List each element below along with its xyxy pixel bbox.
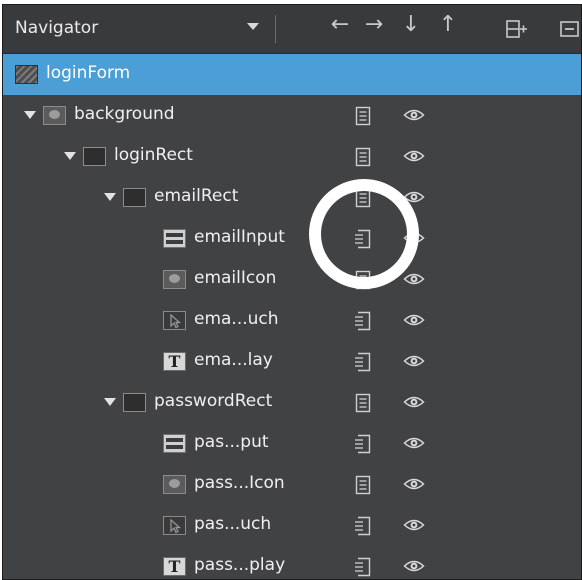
tree-item-label: passwordRect	[154, 391, 273, 411]
visibility-eye-icon[interactable]	[403, 230, 425, 246]
arrow-up-icon[interactable]: ↑	[433, 12, 463, 37]
navigator-header: Navigator ← → ↓ ↑	[3, 5, 581, 54]
lock-icon[interactable]	[354, 311, 372, 331]
tree-item-label: emailInput	[194, 227, 285, 247]
image-icon	[43, 106, 66, 125]
tree-row-pas-uch[interactable]: pas...uch	[3, 505, 581, 546]
arrow-right-icon[interactable]: →	[359, 12, 389, 37]
panel-title: Navigator	[15, 18, 99, 38]
visibility-eye-icon[interactable]	[403, 312, 425, 328]
tree-row-emailinput[interactable]: emailInput	[3, 218, 581, 259]
tree-item-label: pass...Icon	[194, 473, 285, 493]
image-icon	[163, 270, 186, 289]
expand-arrow-icon[interactable]	[24, 111, 36, 119]
visibility-eye-icon[interactable]	[403, 394, 425, 410]
tree-row-pass-play[interactable]: Tpass...play	[3, 546, 581, 579]
tree-item-label: background	[74, 104, 175, 124]
panel-menu-dropdown-icon[interactable]	[247, 23, 259, 30]
tree-row-emailicon[interactable]: emailIcon	[3, 259, 581, 300]
visibility-eye-icon[interactable]	[403, 148, 425, 164]
visibility-eye-icon[interactable]	[403, 476, 425, 492]
tree-row-loginrect[interactable]: loginRect	[3, 136, 581, 177]
lock-icon[interactable]	[354, 229, 372, 249]
touch-area-icon	[163, 311, 186, 330]
text-input-icon	[163, 434, 186, 453]
tree-item-label: pass...play	[194, 555, 286, 575]
tree-item-label: pas...uch	[194, 514, 272, 534]
lock-icon[interactable]	[354, 106, 372, 126]
visibility-eye-icon[interactable]	[403, 435, 425, 451]
tree-row-loginform[interactable]: loginForm	[3, 54, 581, 95]
text-icon: T	[163, 557, 186, 576]
lock-icon[interactable]	[354, 352, 372, 372]
tree-row-pas-put[interactable]: pas...put	[3, 423, 581, 464]
text-input-icon	[163, 229, 186, 248]
arrow-left-icon[interactable]: ←	[325, 12, 355, 37]
visibility-eye-icon[interactable]	[403, 558, 425, 574]
lock-icon[interactable]	[354, 393, 372, 413]
visibility-eye-icon[interactable]	[403, 189, 425, 205]
text-icon: T	[163, 352, 186, 371]
expand-arrow-icon[interactable]	[104, 193, 116, 201]
expand-arrow-icon[interactable]	[104, 398, 116, 406]
rectangle-icon	[83, 147, 106, 166]
lock-icon[interactable]	[354, 557, 372, 577]
tree-item-label: loginForm	[46, 63, 131, 83]
tree-row-passwordrect[interactable]: passwordRect	[3, 382, 581, 423]
rectangle-icon	[123, 188, 146, 207]
lock-icon[interactable]	[354, 434, 372, 454]
tree-item-label: ema...lay	[194, 350, 273, 370]
navigator-panel: Navigator ← → ↓ ↑ loginForm background log…	[2, 4, 582, 580]
visibility-eye-icon[interactable]	[403, 107, 425, 123]
tree-row-ema-lay[interactable]: Tema...lay	[3, 341, 581, 382]
expand-arrow-icon[interactable]	[64, 152, 76, 160]
add-item-icon[interactable]	[506, 20, 528, 38]
tree-row-emailrect[interactable]: emailRect	[3, 177, 581, 218]
arrow-down-icon[interactable]: ↓	[396, 12, 426, 37]
visibility-eye-icon[interactable]	[403, 353, 425, 369]
form-icon	[15, 65, 38, 84]
touch-area-icon	[163, 516, 186, 535]
lock-icon[interactable]	[354, 188, 372, 208]
toolbar-divider	[275, 15, 276, 43]
tree-item-label: emailIcon	[194, 268, 277, 288]
tree-row-ema-uch[interactable]: ema...uch	[3, 300, 581, 341]
tree-item-label: emailRect	[154, 186, 239, 206]
visibility-eye-icon[interactable]	[403, 271, 425, 287]
tree-item-label: ema...uch	[194, 309, 279, 329]
lock-icon[interactable]	[354, 147, 372, 167]
tree-row-pass-icon[interactable]: pass...Icon	[3, 464, 581, 505]
tree-item-label: loginRect	[114, 145, 193, 165]
lock-icon[interactable]	[354, 270, 372, 290]
visibility-eye-icon[interactable]	[403, 517, 425, 533]
tree-item-label: pas...put	[194, 432, 269, 452]
lock-icon[interactable]	[354, 475, 372, 495]
lock-icon[interactable]	[354, 516, 372, 536]
collapse-icon[interactable]	[560, 20, 580, 38]
image-icon	[163, 475, 186, 494]
rectangle-icon	[123, 393, 146, 412]
tree-row-background[interactable]: background	[3, 95, 581, 136]
